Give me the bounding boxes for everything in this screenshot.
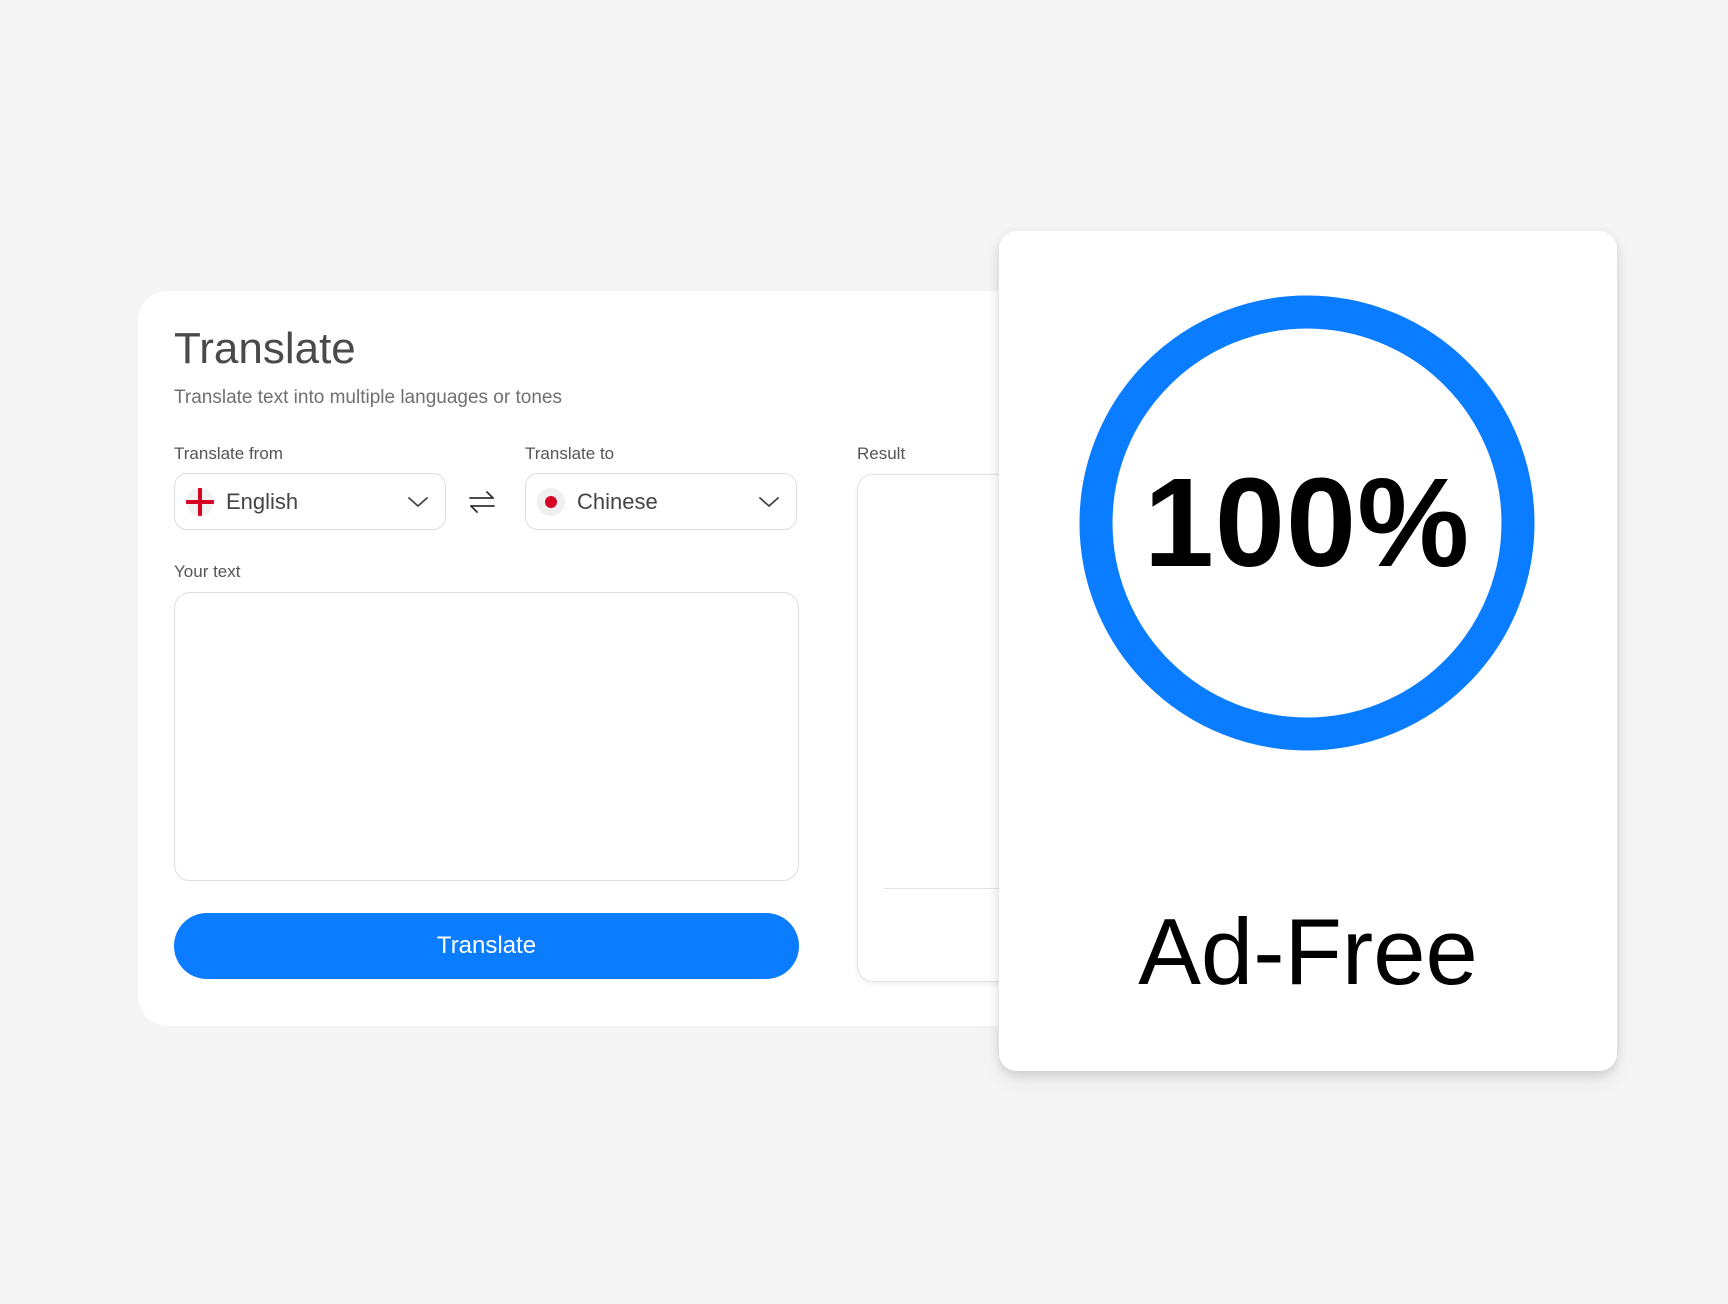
your-text-label: Your text — [174, 562, 241, 581]
swap-languages-icon[interactable] — [467, 489, 497, 515]
percent-value: 100% — [1143, 452, 1471, 593]
ad-free-card: 100% Ad-Free — [999, 231, 1617, 1071]
page-title: Translate — [174, 324, 356, 373]
translate-from-label: Translate from — [174, 444, 283, 463]
target-language-value: Chinese — [577, 489, 658, 514]
red-dot-flag-icon — [537, 488, 565, 516]
chevron-down-icon — [408, 497, 428, 507]
translate-button[interactable]: Translate — [174, 913, 799, 979]
result-label: Result — [857, 444, 906, 463]
source-language-value: English — [226, 489, 299, 514]
england-flag-icon — [186, 488, 214, 516]
translate-to-label: Translate to — [525, 444, 615, 463]
source-language-select[interactable]: English — [174, 473, 446, 530]
page-subtitle: Translate text into multiple languages o… — [174, 387, 562, 408]
chevron-down-icon — [759, 497, 779, 507]
ad-free-caption: Ad-Free — [1138, 899, 1478, 1004]
target-language-select[interactable]: Chinese — [525, 473, 797, 530]
translate-panel: Translate Translate text into multiple l… — [138, 291, 1157, 1026]
source-text-input[interactable] — [174, 592, 799, 881]
